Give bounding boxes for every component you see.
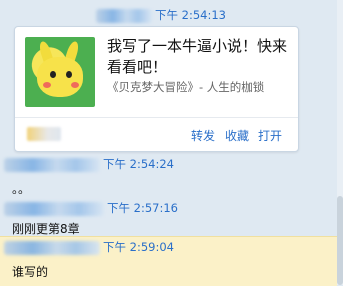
scrollbar-thumb[interactable] xyxy=(337,196,343,285)
message-text: 谁写的 xyxy=(12,265,49,279)
sender-name-redacted xyxy=(4,241,100,255)
message-text: 刚刚更第8章 xyxy=(12,222,80,236)
chat-scrollbar[interactable] xyxy=(337,0,343,285)
card-title[interactable]: 我写了一本牛逼小说！快来看看吧！ xyxy=(107,36,292,78)
pikachu-thumbnail-icon[interactable] xyxy=(25,37,95,107)
message-text: 。。 xyxy=(12,182,31,196)
favorite-button[interactable]: 收藏 xyxy=(225,127,249,144)
sender-name-redacted xyxy=(4,158,100,172)
message-timestamp: 下午 2:54:13 xyxy=(155,8,226,22)
source-app-icon xyxy=(27,127,61,141)
open-button[interactable]: 打开 xyxy=(258,127,282,144)
message-timestamp: 下午 2:57:16 xyxy=(107,201,178,215)
message-timestamp: 下午 2:59:04 xyxy=(103,240,174,254)
card-divider xyxy=(15,117,298,118)
forward-button[interactable]: 转发 xyxy=(191,127,215,144)
card-subtitle: 《贝克梦大冒险》- 人生的枷锁 xyxy=(107,80,265,94)
message-timestamp: 下午 2:54:24 xyxy=(103,157,174,171)
sender-name-redacted xyxy=(4,202,104,216)
shared-link-card[interactable]: 我写了一本牛逼小说！快来看看吧！ 《贝克梦大冒险》- 人生的枷锁 转发 收藏 打… xyxy=(14,26,299,152)
sender-name-redacted xyxy=(96,9,152,23)
